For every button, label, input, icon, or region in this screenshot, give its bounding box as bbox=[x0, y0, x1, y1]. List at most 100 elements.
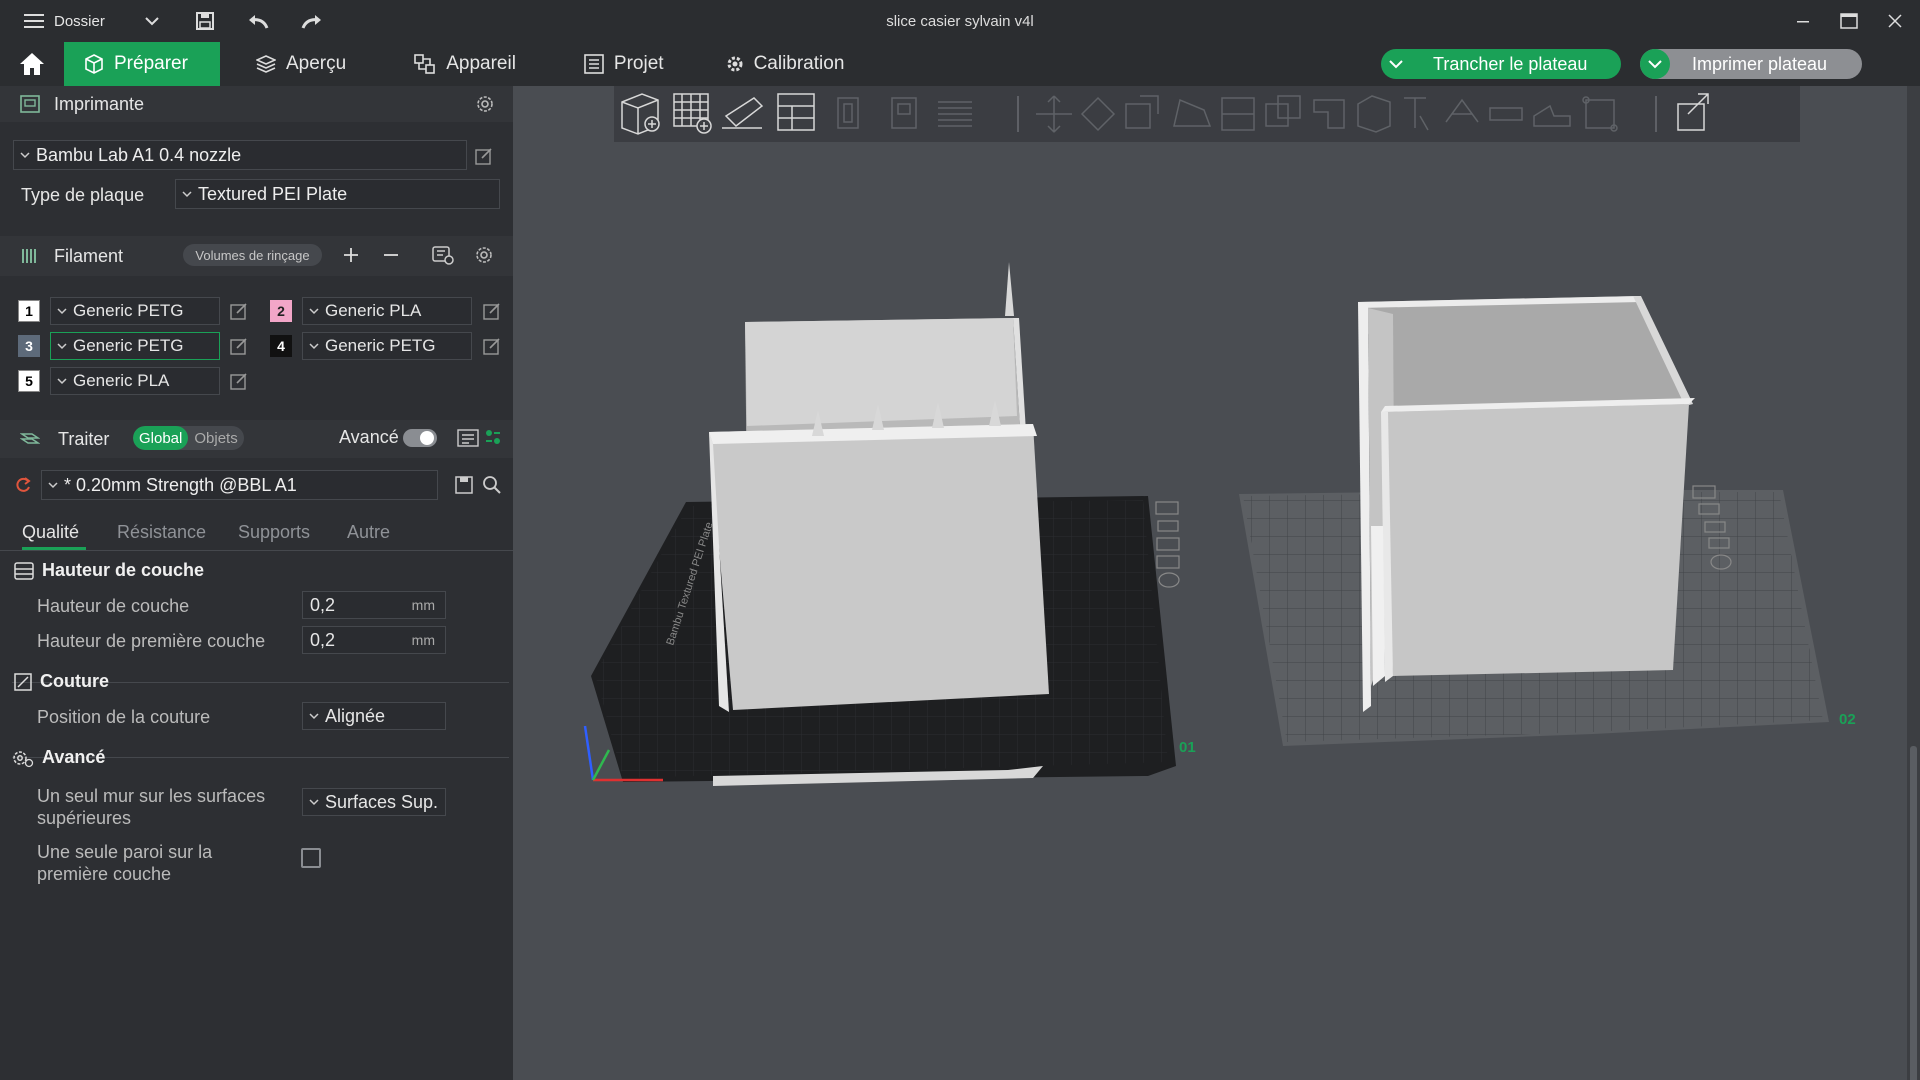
tab-project-label: Projet bbox=[613, 53, 664, 74]
chevron-down-icon bbox=[57, 308, 67, 315]
tab-preview[interactable]: Aperçu bbox=[220, 42, 380, 86]
save-icon[interactable] bbox=[195, 11, 215, 31]
subtab-strength[interactable]: Résistance bbox=[117, 522, 206, 543]
redo-icon[interactable] bbox=[301, 11, 323, 31]
home-icon[interactable] bbox=[19, 52, 45, 76]
tab-calibration[interactable]: Calibration bbox=[698, 42, 879, 86]
file-menu[interactable]: Dossier bbox=[0, 13, 190, 30]
chevron-down-icon bbox=[57, 378, 67, 385]
save-preset-icon[interactable] bbox=[454, 475, 474, 495]
print-plate-label: Imprimer plateau bbox=[1692, 53, 1828, 74]
slice-options-button[interactable] bbox=[1381, 49, 1411, 79]
compare-presets-icon[interactable] bbox=[484, 428, 502, 446]
chevron-down-icon bbox=[309, 308, 319, 315]
list-view-icon[interactable] bbox=[457, 428, 479, 448]
top-surface-wall-select[interactable]: Surfaces Sup. bbox=[302, 788, 446, 816]
scope-global-option[interactable]: Global bbox=[133, 426, 189, 450]
advanced-gear-icon bbox=[12, 748, 34, 768]
plate-type-select[interactable]: Textured PEI Plate bbox=[175, 179, 500, 209]
filament-slot-3-badge[interactable]: 3 bbox=[18, 335, 40, 357]
search-icon[interactable] bbox=[482, 475, 502, 495]
filament-icon bbox=[20, 247, 38, 265]
scrollbar-thumb[interactable] bbox=[1910, 746, 1917, 1080]
filament-slot-1-select[interactable]: Generic PETG bbox=[50, 297, 220, 325]
filament-slot-3-select[interactable]: Generic PETG bbox=[50, 332, 220, 360]
slice-plate-button[interactable]: Trancher le plateau bbox=[1381, 49, 1621, 79]
menu-icon[interactable] bbox=[24, 13, 44, 29]
filament-slot-1-edit-icon[interactable] bbox=[229, 301, 249, 321]
layer-height-group-label: Hauteur de couche bbox=[42, 560, 205, 580]
filament-slot-1-badge[interactable]: 1 bbox=[18, 300, 40, 322]
subtab-supports[interactable]: Supports bbox=[238, 522, 310, 543]
layer-height-input[interactable]: 0,2 mm bbox=[302, 591, 446, 619]
tab-project[interactable]: Projet bbox=[550, 42, 698, 86]
filament-slot-4-badge[interactable]: 4 bbox=[270, 335, 292, 357]
viewport-scrollbar[interactable] bbox=[1907, 86, 1920, 1080]
filament-slot-4-edit-icon[interactable] bbox=[482, 336, 502, 356]
process-preset-select[interactable]: * 0.20mm Strength @BBL A1 bbox=[41, 470, 438, 500]
print-options-button[interactable] bbox=[1640, 49, 1670, 79]
layer-height-group-title: Hauteur de couche bbox=[14, 560, 204, 581]
top-surface-wall-label-line2: supérieures bbox=[37, 808, 132, 828]
filament-slot-2-edit-icon[interactable] bbox=[482, 301, 502, 321]
top-surface-wall-label-line1: Un seul mur sur les surfaces bbox=[37, 786, 266, 806]
chevron-down-icon bbox=[48, 482, 58, 489]
tab-device[interactable]: Appareil bbox=[380, 42, 550, 86]
filament-slot-5-edit-icon[interactable] bbox=[229, 371, 249, 391]
filament-slot-2-badge[interactable]: 2 bbox=[270, 300, 292, 322]
printer-select[interactable]: Bambu Lab A1 0.4 nozzle bbox=[13, 140, 467, 170]
process-icon bbox=[20, 430, 40, 448]
printer-edit-icon[interactable] bbox=[474, 146, 494, 166]
seam-position-value: Alignée bbox=[325, 705, 386, 726]
filament-settings-gear-icon[interactable] bbox=[473, 244, 495, 266]
advanced-toggle[interactable] bbox=[403, 429, 437, 447]
seam-group-title: Couture bbox=[14, 671, 109, 692]
remove-filament-icon[interactable] bbox=[380, 244, 402, 266]
filament-slot-3-edit-icon[interactable] bbox=[229, 336, 249, 356]
maximize-icon[interactable] bbox=[1840, 13, 1858, 29]
chevron-down-icon bbox=[182, 191, 192, 198]
model-object-1[interactable] bbox=[709, 262, 1049, 712]
chevron-down-icon bbox=[309, 343, 319, 350]
reset-preset-icon[interactable] bbox=[13, 475, 33, 495]
3d-viewport[interactable]: Bambu Textured PEI Plate 01 02 bbox=[513, 86, 1907, 1080]
scope-objects-option[interactable]: Objets bbox=[188, 426, 243, 450]
close-icon[interactable] bbox=[1888, 14, 1902, 28]
file-menu-label[interactable]: Dossier bbox=[54, 13, 105, 30]
filament-slot-5-select[interactable]: Generic PLA bbox=[50, 367, 220, 395]
tab-preview-label: Aperçu bbox=[286, 53, 347, 74]
tab-prepare[interactable]: Préparer bbox=[64, 42, 220, 86]
seam-position-select[interactable]: Alignée bbox=[302, 702, 446, 730]
advanced-group-title: Avancé bbox=[12, 747, 105, 768]
undo-icon[interactable] bbox=[247, 11, 269, 31]
model-object-2[interactable] bbox=[1358, 296, 1695, 712]
subtab-quality[interactable]: Qualité bbox=[22, 522, 79, 543]
printer-settings-gear-icon[interactable] bbox=[474, 93, 496, 115]
subtab-other[interactable]: Autre bbox=[347, 522, 390, 543]
first-layer-wall-label-line1: Une seule paroi sur la bbox=[37, 842, 213, 862]
first-layer-wall-label-line2: première couche bbox=[37, 864, 172, 884]
filament-slot-2-select[interactable]: Generic PLA bbox=[302, 297, 472, 325]
printer-name: Bambu Lab A1 0.4 nozzle bbox=[36, 144, 242, 165]
seam-position-label: Position de la couture bbox=[37, 707, 211, 727]
cube-icon bbox=[84, 54, 104, 74]
first-layer-wall-checkbox[interactable] bbox=[301, 848, 321, 868]
print-plate-button[interactable]: Imprimer plateau bbox=[1640, 49, 1862, 79]
home-button[interactable] bbox=[0, 42, 64, 86]
first-layer-height-input[interactable]: 0,2 mm bbox=[302, 626, 446, 654]
plate-type-label: Type de plaque bbox=[21, 185, 145, 205]
layer-height-value: 0,2 bbox=[310, 594, 336, 615]
seam-icon bbox=[14, 672, 32, 691]
process-preset-name: * 0.20mm Strength @BBL A1 bbox=[64, 474, 297, 495]
add-filament-icon[interactable] bbox=[340, 244, 362, 266]
layers-icon bbox=[256, 54, 276, 74]
first-layer-height-label: Hauteur de première couche bbox=[37, 631, 266, 651]
flush-volumes-button[interactable]: Volumes de rinçage bbox=[183, 244, 322, 266]
filament-slot-4-select[interactable]: Generic PETG bbox=[302, 332, 472, 360]
settings-panel: Imprimante Bambu Lab A1 0.4 nozzle Type … bbox=[0, 86, 513, 1080]
tab-calibration-label: Calibration bbox=[753, 53, 845, 74]
minimize-icon[interactable] bbox=[1796, 14, 1810, 28]
filament-slot-5-badge[interactable]: 5 bbox=[18, 370, 40, 392]
ams-sync-icon[interactable] bbox=[431, 243, 455, 267]
chevron-down-icon[interactable] bbox=[145, 16, 159, 26]
